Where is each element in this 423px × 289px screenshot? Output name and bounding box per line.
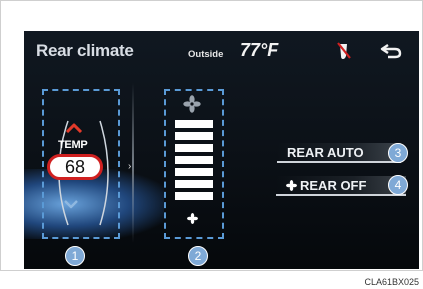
temperature-value: 68 <box>47 154 103 180</box>
callout-badge-2: 2 <box>188 246 208 266</box>
page-title: Rear climate <box>36 41 134 60</box>
callout-badge-3: 3 <box>388 143 408 163</box>
fan-level-bar[interactable] <box>175 144 213 152</box>
side-chevron-icon: › <box>128 161 132 172</box>
rear-off-button[interactable]: REAR OFF <box>276 176 406 196</box>
fan-level-bar[interactable] <box>175 180 213 188</box>
fan-level-bar[interactable] <box>175 156 213 164</box>
rear-off-label: REAR OFF <box>300 177 367 193</box>
chevron-down-icon[interactable] <box>63 199 79 209</box>
outside-temperature: 77°F <box>240 40 279 60</box>
callout-badge-4: 4 <box>388 175 408 195</box>
temp-label: TEMP <box>58 139 88 151</box>
fan-icon <box>286 179 297 191</box>
rear-auto-label: REAR AUTO <box>287 144 364 160</box>
chevron-up-icon[interactable] <box>65 123 83 133</box>
small-fan-icon <box>187 213 198 224</box>
outside-label: Outside <box>188 49 224 60</box>
back-arrow-icon[interactable] <box>380 43 402 59</box>
rear-mute-icon[interactable] <box>336 41 352 61</box>
panel-divider <box>132 83 134 243</box>
fan-level-bar[interactable] <box>175 192 213 200</box>
rear-auto-button[interactable]: REAR AUTO <box>277 143 401 163</box>
fan-level-bar[interactable] <box>175 120 213 128</box>
fan-icon <box>183 95 201 113</box>
rear-climate-screen: Rear climate Outside 77°F TEMP 68 › REAR… <box>24 31 419 269</box>
callout-badge-1: 1 <box>65 246 85 266</box>
fan-level-bar[interactable] <box>175 132 213 140</box>
fan-level-bar[interactable] <box>175 168 213 176</box>
fan-level-bars[interactable] <box>175 120 213 204</box>
figure-code: CLA61BX025 <box>364 277 419 287</box>
